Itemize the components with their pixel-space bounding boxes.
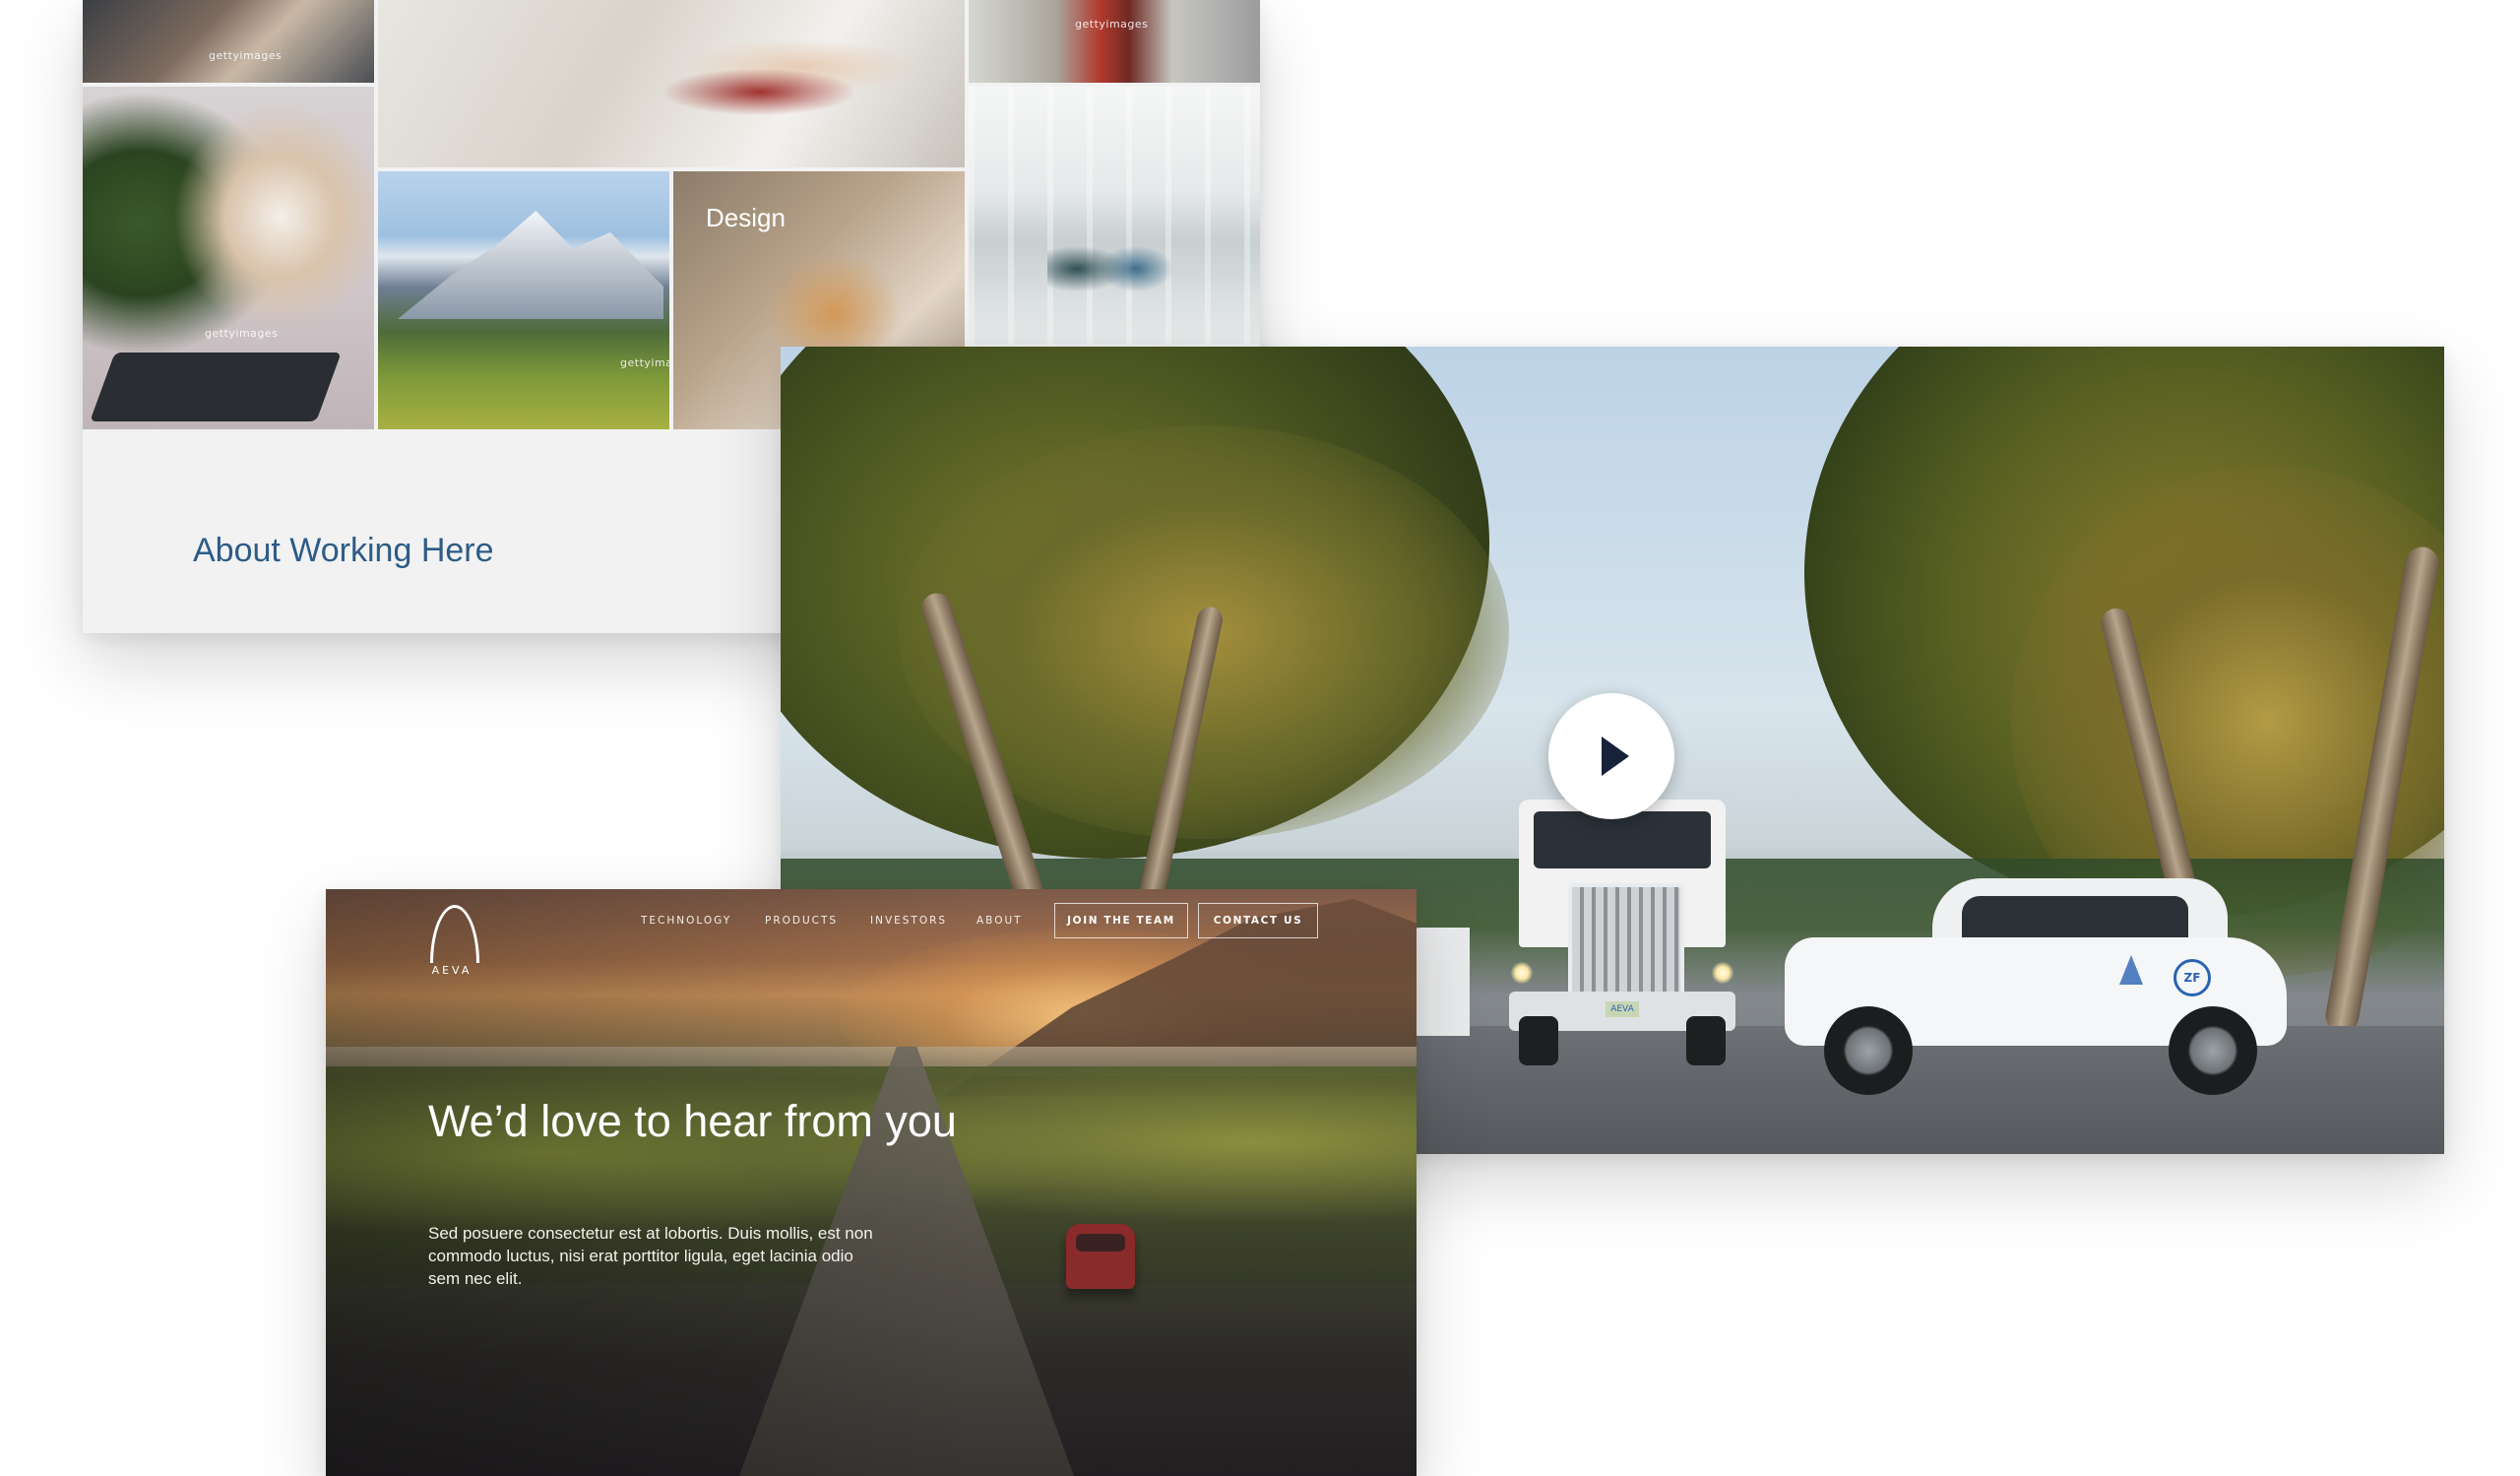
hero-heading: We’d love to hear from you	[428, 1096, 957, 1146]
tile-label-design: Design	[706, 203, 786, 232]
headlight	[1712, 962, 1733, 984]
hero-body: Sed posuere consectetur est at lobortis.…	[428, 1224, 873, 1288]
people-group	[1047, 215, 1195, 323]
nav-about[interactable]: ABOUT	[976, 915, 1023, 927]
nav-products[interactable]: PRODUCTS	[765, 915, 838, 927]
white-suv: ZF	[1785, 878, 2297, 1095]
contact-hero-card: AEVA TECHNOLOGY PRODUCTS INVESTORS ABOUT…	[326, 889, 1417, 1476]
white-truck: AEVA	[1489, 790, 1755, 1085]
zf-badge-icon: ZF	[2174, 959, 2211, 996]
contact-us-button[interactable]: CONTACT US	[1198, 903, 1318, 938]
suv-windows	[1962, 896, 2188, 941]
mountain-peak	[398, 211, 663, 319]
play-button[interactable]	[1548, 693, 1674, 819]
top-nav: AEVA TECHNOLOGY PRODUCTS INVESTORS ABOUT…	[326, 889, 1417, 997]
truck-grille	[1568, 883, 1684, 1009]
about-title[interactable]: About Working Here	[193, 532, 494, 570]
watermark: gettyimages	[1075, 18, 1149, 31]
truck-wheel	[1519, 1016, 1558, 1065]
aeva-badge-icon	[2119, 955, 2143, 985]
aeva-logo-icon	[430, 905, 479, 963]
truck-wheel	[1686, 1016, 1726, 1065]
watermark: gettyimages	[209, 49, 283, 62]
photo-plaid-shirt: gettyimages	[969, 0, 1260, 83]
suv-wheel	[2169, 1006, 2257, 1095]
aeva-logo-text: AEVA	[431, 964, 472, 977]
laptop-keyboard	[90, 353, 342, 421]
watermark: gettyimages	[620, 356, 669, 369]
headlight	[1511, 962, 1533, 984]
photo-open-office	[969, 87, 1260, 345]
watermark: gettyimages	[205, 327, 279, 340]
photo-office-laptops	[378, 0, 965, 167]
truck-windshield	[1534, 811, 1711, 868]
photo-dog-laptop: gettyimages	[83, 87, 374, 429]
truck-plate: AEVA	[1606, 1001, 1639, 1017]
nav-investors[interactable]: INVESTORS	[870, 915, 947, 927]
photo-mountain-bikers: gettyimages	[378, 171, 669, 429]
suv-wheel	[1824, 1006, 1913, 1095]
nav-technology[interactable]: TECHNOLOGY	[641, 915, 731, 927]
play-icon	[1602, 737, 1629, 776]
join-the-team-button[interactable]: JOIN THE TEAM	[1054, 903, 1188, 938]
aeva-logo[interactable]: AEVA	[424, 905, 479, 977]
photo-team-meeting: gettyimages	[83, 0, 374, 83]
